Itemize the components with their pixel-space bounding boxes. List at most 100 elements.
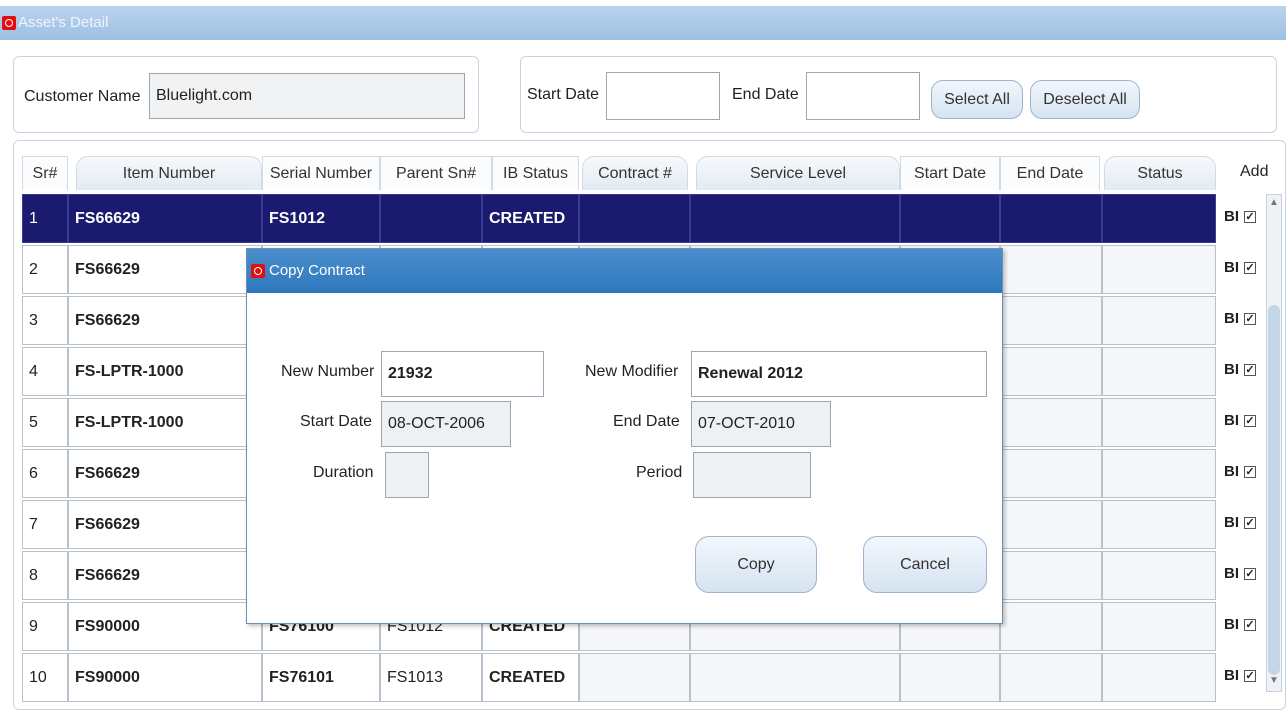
cell-sr[interactable]: 2 xyxy=(22,245,68,294)
cell-status[interactable] xyxy=(1102,194,1216,243)
cell-item-number[interactable]: FS66629 xyxy=(68,245,262,294)
add-checkbox[interactable]: ✓ xyxy=(1244,364,1256,376)
start-date-label: Start Date xyxy=(300,413,373,430)
cell-item-number[interactable]: FS66629 xyxy=(68,449,262,498)
cell-serial-number[interactable]: FS76101 xyxy=(262,653,380,702)
cell-end-date[interactable] xyxy=(1000,551,1102,600)
column-header-end-date[interactable]: End Date xyxy=(1000,156,1100,190)
add-checkbox[interactable]: ✓ xyxy=(1244,670,1256,682)
cell-item-number[interactable]: FS66629 xyxy=(68,500,262,549)
dialog-title: Copy Contract xyxy=(269,262,365,279)
cell-status[interactable] xyxy=(1102,449,1216,498)
cell-end-date[interactable] xyxy=(1000,245,1102,294)
add-checkbox[interactable]: ✓ xyxy=(1244,313,1256,325)
column-header-status[interactable]: Status xyxy=(1104,156,1216,190)
cancel-button[interactable]: Cancel xyxy=(863,536,987,593)
new-modifier-label: New Modifier xyxy=(585,363,679,380)
dialog-title-bar[interactable]: Copy Contract xyxy=(247,249,1002,293)
cell-item-number[interactable]: FS90000 xyxy=(68,602,262,651)
scroll-down-arrow-icon[interactable]: ▼ xyxy=(1269,675,1279,686)
cell-item-number[interactable]: FS90000 xyxy=(68,653,262,702)
new-number-input[interactable]: 21932 xyxy=(381,351,544,397)
end-date-label: End Date xyxy=(732,86,799,103)
cell-item-number[interactable]: FS-LPTR-1000 xyxy=(68,347,262,396)
cell-start-date[interactable] xyxy=(900,194,1000,243)
row-bl-label: BI xyxy=(1224,208,1239,225)
cell-contract[interactable] xyxy=(579,194,690,243)
cell-parent-sn[interactable] xyxy=(380,194,482,243)
cell-status[interactable] xyxy=(1102,347,1216,396)
cell-service-level[interactable] xyxy=(690,194,900,243)
row-bl-label: BI xyxy=(1224,412,1239,429)
cell-parent-sn[interactable]: FS1013 xyxy=(380,653,482,702)
cell-ib-status[interactable]: CREATED xyxy=(482,194,579,243)
new-modifier-input[interactable]: Renewal 2012 xyxy=(691,351,987,397)
end-date-label: End Date xyxy=(613,413,680,430)
cell-end-date[interactable] xyxy=(1000,653,1102,702)
oracle-logo-icon xyxy=(251,264,265,278)
add-checkbox[interactable]: ✓ xyxy=(1244,415,1256,427)
end-date-input[interactable] xyxy=(806,72,920,120)
cell-end-date[interactable] xyxy=(1000,500,1102,549)
cell-ib-status[interactable]: CREATED xyxy=(482,653,579,702)
cell-start-date[interactable] xyxy=(900,653,1000,702)
row-bl-label: BI xyxy=(1224,565,1239,582)
select-all-button[interactable]: Select All xyxy=(931,80,1023,119)
deselect-all-button[interactable]: Deselect All xyxy=(1030,80,1140,119)
cell-sr[interactable]: 3 xyxy=(22,296,68,345)
cell-sr[interactable]: 8 xyxy=(22,551,68,600)
cell-status[interactable] xyxy=(1102,653,1216,702)
cell-sr[interactable]: 7 xyxy=(22,500,68,549)
scrollbar-thumb[interactable] xyxy=(1268,305,1280,675)
cell-item-number[interactable]: FS-LPTR-1000 xyxy=(68,398,262,447)
cell-end-date[interactable] xyxy=(1000,296,1102,345)
cell-end-date[interactable] xyxy=(1000,194,1102,243)
cell-end-date[interactable] xyxy=(1000,398,1102,447)
cell-sr[interactable]: 5 xyxy=(22,398,68,447)
cell-status[interactable] xyxy=(1102,551,1216,600)
cell-status[interactable] xyxy=(1102,245,1216,294)
start-date-input[interactable] xyxy=(606,72,720,120)
cell-item-number[interactable]: FS66629 xyxy=(68,296,262,345)
vertical-scrollbar[interactable]: ▲ ▼ xyxy=(1266,194,1282,692)
cell-sr[interactable]: 4 xyxy=(22,347,68,396)
column-header-start-date[interactable]: Start Date xyxy=(900,156,1000,190)
cell-item-number[interactable]: FS66629 xyxy=(68,551,262,600)
column-header-parent-sn[interactable]: Parent Sn# xyxy=(380,156,492,190)
cell-sr[interactable]: 6 xyxy=(22,449,68,498)
row-bl-label: BI xyxy=(1224,310,1239,327)
cell-end-date[interactable] xyxy=(1000,602,1102,651)
column-header-serial-number[interactable]: Serial Number xyxy=(262,156,380,190)
column-header-service-level[interactable]: Service Level xyxy=(696,156,900,190)
cell-sr[interactable]: 9 xyxy=(22,602,68,651)
row-bl-label: BI xyxy=(1224,514,1239,531)
column-header-ib-status[interactable]: IB Status xyxy=(492,156,579,190)
cell-status[interactable] xyxy=(1102,398,1216,447)
cell-end-date[interactable] xyxy=(1000,347,1102,396)
cell-status[interactable] xyxy=(1102,602,1216,651)
cell-sr[interactable]: 10 xyxy=(22,653,68,702)
cell-contract[interactable] xyxy=(579,653,690,702)
scroll-up-arrow-icon[interactable]: ▲ xyxy=(1269,197,1279,208)
add-checkbox[interactable]: ✓ xyxy=(1244,466,1256,478)
column-header-item-number[interactable]: Item Number xyxy=(76,156,262,190)
add-checkbox[interactable]: ✓ xyxy=(1244,568,1256,580)
column-header-add: Add xyxy=(1240,163,1269,180)
cell-end-date[interactable] xyxy=(1000,449,1102,498)
add-checkbox[interactable]: ✓ xyxy=(1244,262,1256,274)
start-date-label: Start Date xyxy=(527,86,600,103)
add-checkbox[interactable]: ✓ xyxy=(1244,619,1256,631)
column-header-contract[interactable]: Contract # xyxy=(582,156,688,190)
cell-sr[interactable]: 1 xyxy=(22,194,68,243)
add-checkbox[interactable]: ✓ xyxy=(1244,211,1256,223)
cell-status[interactable] xyxy=(1102,500,1216,549)
cell-item-number[interactable]: FS66629 xyxy=(68,194,262,243)
add-checkbox[interactable]: ✓ xyxy=(1244,517,1256,529)
oracle-logo-icon xyxy=(2,16,16,30)
cell-serial-number[interactable]: FS1012 xyxy=(262,194,380,243)
copy-button[interactable]: Copy xyxy=(695,536,817,593)
cell-status[interactable] xyxy=(1102,296,1216,345)
cell-service-level[interactable] xyxy=(690,653,900,702)
row-bl-label: BI xyxy=(1224,667,1239,684)
customer-name-field[interactable]: Bluelight.com xyxy=(149,73,465,119)
